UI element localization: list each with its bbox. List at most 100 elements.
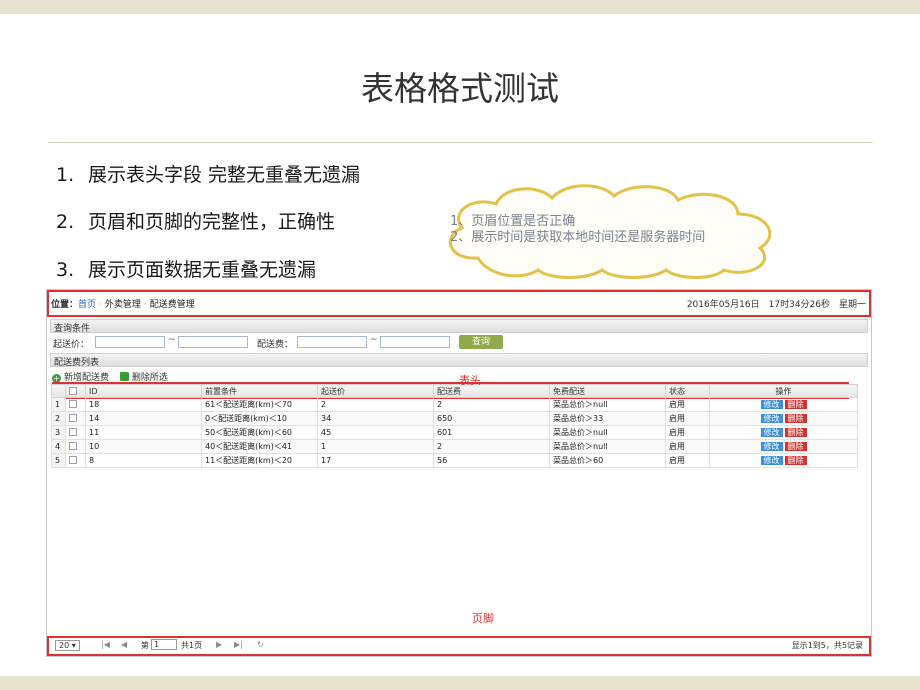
bullet-number: 1.	[56, 164, 75, 186]
cell-actions: 修改 删除	[709, 425, 858, 440]
table-row[interactable]: 5 8 11＜配送距离(km)＜20 17 56 菜品总价＞60 启用 修改 删除	[51, 453, 858, 468]
breadcrumb-item[interactable]: 配送费管理	[150, 300, 195, 310]
page-prefix: 第	[141, 641, 149, 650]
cell-status: 启用	[665, 411, 710, 426]
edit-button[interactable]: 修改	[760, 428, 783, 437]
cell-status: 启用	[665, 439, 710, 454]
fee-min-input[interactable]	[297, 336, 367, 348]
edit-button[interactable]: 修改	[760, 456, 783, 465]
col-fee[interactable]: 配送费	[433, 384, 550, 398]
start-price-min-input[interactable]	[95, 336, 165, 348]
row-checkbox[interactable]	[69, 428, 77, 436]
cloud-line: 1、页眉位置是否正确	[450, 214, 576, 229]
title-divider	[48, 142, 873, 143]
select-all-checkbox[interactable]	[69, 386, 77, 395]
row-select[interactable]	[65, 425, 86, 440]
cell-free-delivery: 菜品总价＞null	[549, 439, 666, 454]
bullet-text: 展示页面数据无重叠无遗漏	[88, 259, 317, 281]
edit-button[interactable]: 修改	[760, 442, 783, 451]
col-status[interactable]: 状态	[665, 384, 710, 398]
last-page-icon[interactable]: ▶|	[234, 640, 243, 649]
delete-button[interactable]: 删除	[784, 442, 807, 451]
fee-table: ID 前置条件 起送价 配送费 免费配送 状态 操作 1 18 61＜配送距离(…	[51, 384, 858, 468]
refresh-icon[interactable]: ↻	[257, 640, 264, 649]
cell-start-price: 17	[317, 453, 434, 468]
bullet-number: 2.	[56, 211, 75, 233]
cell-free-delivery: 菜品总价＞33	[549, 411, 666, 426]
cell-free-delivery: 菜品总价＞null	[549, 425, 666, 440]
row-select[interactable]	[65, 439, 86, 454]
query-button[interactable]: 查询	[459, 335, 503, 349]
footer-annotation: 页脚	[472, 612, 494, 625]
row-select[interactable]	[65, 411, 86, 426]
cell-start-price: 34	[317, 411, 434, 426]
table-row[interactable]: 2 14 0＜配送距离(km)＜10 34 650 菜品总价＞33 启用 修改删…	[51, 411, 858, 426]
cloud-line: 2、展示时间是获取本地时间还是服务器时间	[450, 230, 706, 245]
cell-condition: 61＜配送距离(km)＜70	[201, 397, 318, 412]
edit-button[interactable]: 修改	[760, 414, 783, 423]
cell-id: 11	[85, 425, 202, 440]
table-row[interactable]: 1 18 61＜配送距离(km)＜70 2 2 菜品总价＞null 启用 修改删…	[51, 397, 858, 412]
cell-start-price: 1	[317, 439, 434, 454]
edit-button[interactable]: 修改	[760, 400, 783, 409]
cell-start-price: 2	[317, 397, 434, 412]
bullet-item: 2. 页眉和页脚的完整性，正确性	[56, 207, 335, 234]
cell-actions: 修改 删除	[709, 439, 858, 454]
row-select[interactable]	[65, 397, 86, 412]
row-number: 1	[51, 397, 66, 412]
range-tilde: ~	[370, 335, 378, 345]
slide-title: 表格格式测试	[361, 69, 559, 108]
row-number: 2	[51, 411, 66, 426]
first-page-icon[interactable]: |◀	[101, 640, 110, 649]
cell-status: 启用	[665, 425, 710, 440]
row-checkbox[interactable]	[69, 456, 77, 464]
row-checkbox[interactable]	[69, 400, 77, 408]
table-row[interactable]: 4 10 40＜配送距离(km)＜41 1 2 菜品总价＞null 启用 修改删…	[51, 439, 858, 454]
cell-condition: 50＜配送距离(km)＜60	[201, 425, 318, 440]
delete-button[interactable]: 删除	[784, 400, 807, 409]
cell-id: 14	[85, 411, 202, 426]
fee-max-input[interactable]	[380, 336, 450, 348]
breadcrumb-home[interactable]: 首页	[78, 300, 96, 310]
breadcrumb-item[interactable]: 外卖管理	[105, 300, 141, 310]
col-start-price[interactable]: 起送价	[317, 384, 434, 398]
table-row[interactable]: 3 11 50＜配送距离(km)＜60 45 601 菜品总价＞null 启用 …	[51, 425, 858, 440]
next-page-icon[interactable]: ▶	[216, 640, 222, 649]
location-label: 位置：	[51, 300, 79, 310]
cell-fee: 56	[433, 453, 550, 468]
table-header-row: ID 前置条件 起送价 配送费 免费配送 状态 操作	[51, 384, 858, 398]
bullet-item: 1. 展示表头字段 完整无重叠无遗漏	[56, 160, 360, 187]
col-select-all[interactable]	[65, 384, 86, 398]
col-condition[interactable]: 前置条件	[201, 384, 318, 398]
page-size-select[interactable]: 20 ▾	[55, 640, 80, 651]
page-size-value: 20	[59, 641, 70, 650]
datetime-display: 2016年05月16日 17时34分26秒 星期一	[686, 300, 866, 310]
delete-button[interactable]: 删除	[784, 428, 807, 437]
row-checkbox[interactable]	[69, 414, 77, 422]
breadcrumb-sep: ·	[99, 300, 102, 310]
delete-button[interactable]: 删除	[784, 456, 807, 465]
prev-page-icon[interactable]: ◀	[121, 640, 127, 649]
cell-free-delivery: 菜品总价＞null	[549, 397, 666, 412]
cell-status: 启用	[665, 453, 710, 468]
cell-start-price: 45	[317, 425, 434, 440]
page-number-input[interactable]: 1	[151, 639, 177, 650]
col-id[interactable]: ID	[85, 384, 202, 398]
list-section-header: 配送费列表	[50, 353, 868, 368]
col-free-delivery[interactable]: 免费配送	[549, 384, 666, 398]
row-checkbox[interactable]	[69, 442, 77, 450]
fee-label: 配送费：	[257, 340, 294, 350]
delete-button[interactable]: 删除	[784, 414, 807, 423]
breadcrumb-sep: ·	[143, 300, 147, 310]
cell-actions: 修改 删除	[709, 411, 858, 426]
cell-actions: 修改 删除	[709, 397, 858, 412]
range-tilde: ~	[168, 335, 176, 345]
slide-top-band	[0, 0, 920, 14]
bullet-number: 3.	[56, 259, 75, 281]
col-actions: 操作	[709, 384, 858, 398]
page-total: 共1页	[181, 641, 203, 650]
start-price-max-input[interactable]	[178, 336, 248, 348]
cell-condition: 11＜配送距离(km)＜20	[201, 453, 318, 468]
row-select[interactable]	[65, 453, 86, 468]
start-price-label: 起送价：	[53, 340, 90, 350]
